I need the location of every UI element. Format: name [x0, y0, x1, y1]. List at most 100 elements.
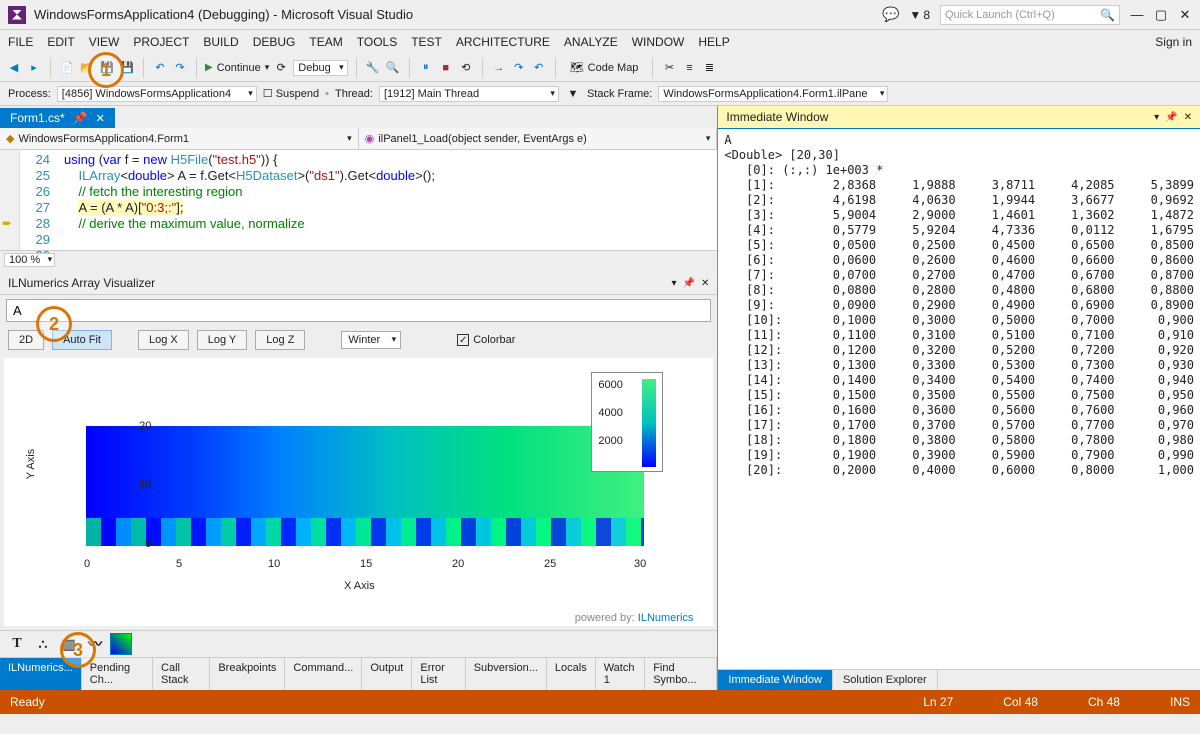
tab-command[interactable]: Command... — [285, 658, 362, 690]
close-panel-icon[interactable]: ✕ — [701, 278, 709, 289]
new-icon[interactable]: 📄 — [59, 60, 75, 76]
tab-pending[interactable]: Pending Ch... — [82, 658, 153, 690]
codemap-icon: 🗺 — [570, 61, 584, 74]
filter-icon[interactable]: ▼ — [565, 86, 581, 102]
tab-output[interactable]: Output — [362, 658, 412, 690]
menu-analyze[interactable]: ANALYZE — [564, 35, 618, 49]
heatmap — [86, 426, 644, 546]
close-tab-icon[interactable]: ✕ — [96, 112, 105, 125]
menu-test[interactable]: TEST — [411, 35, 442, 49]
tab-immediate[interactable]: Immediate Window — [718, 670, 833, 690]
suspend-button[interactable]: ☐ Suspend — [263, 87, 319, 100]
menu-edit[interactable]: EDIT — [47, 35, 74, 49]
menu-window[interactable]: WINDOW — [632, 35, 685, 49]
window-options-icon[interactable]: ▾ — [1154, 112, 1159, 123]
status-ch: Ch 48 — [1088, 695, 1120, 709]
undo-icon[interactable]: ↶ — [152, 60, 168, 76]
logx-button[interactable]: Log X — [138, 330, 189, 350]
annotation-2: 2 — [36, 306, 72, 342]
tab-subversion[interactable]: Subversion... — [466, 658, 547, 690]
step-out-icon[interactable]: ↶ — [531, 60, 547, 76]
stop-icon[interactable]: ■ — [438, 60, 454, 76]
current-line-arrow-icon: ➨ — [2, 216, 12, 230]
visualizer-title: ILNumerics Array Visualizer — [8, 276, 155, 290]
notifications-flag[interactable]: ▼8 — [909, 8, 930, 22]
status-line: Ln 27 — [923, 695, 953, 709]
menu-file[interactable]: FILE — [8, 35, 33, 49]
status-col: Col 48 — [1003, 695, 1038, 709]
stackframe-dropdown[interactable]: WindowsFormsApplication4.Form1.ilPane — [658, 86, 888, 102]
logz-button[interactable]: Log Z — [255, 330, 305, 350]
menu-architecture[interactable]: ARCHITECTURE — [456, 35, 550, 49]
indicator-margin: ➨ — [0, 150, 20, 250]
config-dropdown[interactable]: Debug — [293, 60, 347, 76]
tab-watch1[interactable]: Watch 1 — [596, 658, 646, 690]
menu-debug[interactable]: DEBUG — [253, 35, 296, 49]
member-dropdown[interactable]: ◉ ilPanel1_Load(object sender, EventArgs… — [359, 128, 718, 149]
tab-solution-explorer[interactable]: Solution Explorer — [833, 670, 938, 690]
codemap-button[interactable]: 🗺 Code Map — [564, 59, 645, 76]
annotation-3: 3 — [60, 632, 96, 668]
zoom-dropdown[interactable]: 100 % — [4, 253, 55, 267]
pin-icon[interactable]: 📌 — [73, 111, 88, 125]
method-icon: ◉ — [365, 132, 375, 145]
status-ready: Ready — [10, 695, 45, 709]
status-ins: INS — [1170, 695, 1190, 709]
close-panel-icon[interactable]: ✕ — [1184, 112, 1192, 123]
menu-tools[interactable]: TOOLS — [357, 35, 397, 49]
maximize-button[interactable]: ▢ — [1154, 7, 1168, 23]
close-button[interactable]: ✕ — [1178, 7, 1192, 23]
editor-status-bar: 100 % — [0, 250, 717, 268]
tool-icon-1[interactable]: 🔧 — [365, 60, 381, 76]
pin-icon[interactable]: 📌 — [683, 278, 695, 289]
annotation-1: 1 — [88, 52, 124, 88]
back-icon[interactable]: ◀ — [6, 60, 22, 76]
menu-build[interactable]: BUILD — [203, 35, 238, 49]
menu-project[interactable]: PROJECT — [133, 35, 189, 49]
tool-icon-5[interactable]: ≣ — [701, 60, 717, 76]
step-over-icon[interactable]: ↷ — [511, 60, 527, 76]
plot-area[interactable]: Y Axis X Axis 20 10 0 0 5 10 15 20 25 30… — [4, 358, 713, 626]
step-into-icon[interactable]: → — [491, 60, 507, 76]
tab-locals[interactable]: Locals — [547, 658, 596, 690]
pause-icon[interactable]: ⏸ — [418, 60, 434, 76]
bottom-tab-strip: ILNumerics... Pending Ch... Call Stack B… — [0, 657, 717, 690]
pin-icon[interactable]: 📌 — [1165, 112, 1177, 123]
expression-input[interactable] — [6, 299, 711, 322]
surface-icon[interactable] — [110, 633, 132, 655]
forward-icon[interactable]: ▸ — [26, 60, 42, 76]
quick-launch-input[interactable]: Quick Launch (Ctrl+Q) 🔍 — [940, 5, 1120, 25]
tab-findsymbol[interactable]: Find Symbo... — [645, 658, 717, 690]
tool-icon-3[interactable]: ✂ — [661, 60, 677, 76]
menu-help[interactable]: HELP — [698, 35, 729, 49]
immediate-window-body[interactable]: A <Double> [20,30] [0]: (:,:) 1e+003 * [… — [718, 129, 1200, 669]
class-dropdown[interactable]: ◆ WindowsFormsApplication4.Form1 — [0, 128, 359, 149]
process-dropdown[interactable]: [4856] WindowsFormsApplication4 — [57, 86, 257, 102]
redo-icon[interactable]: ↷ — [172, 60, 188, 76]
window-options-icon[interactable]: ▾ — [672, 278, 677, 289]
text-view-icon[interactable]: T — [6, 633, 28, 655]
logy-button[interactable]: Log Y — [197, 330, 248, 350]
refresh-icon[interactable]: ⟳ — [273, 60, 289, 76]
menu-team[interactable]: TEAM — [309, 35, 342, 49]
menu-view[interactable]: VIEW — [89, 35, 120, 49]
code-editor[interactable]: ➨ 24 25 26 27 28 29 30 using (var f = ne… — [0, 150, 717, 250]
restart-icon[interactable]: ⟲ — [458, 60, 474, 76]
process-label: Process: — [8, 88, 51, 100]
tab-callstack[interactable]: Call Stack — [153, 658, 210, 690]
continue-button[interactable]: ▶ Continue ▾ — [205, 62, 269, 74]
feedback-icon[interactable]: 💬 — [882, 6, 899, 23]
tab-breakpoints[interactable]: Breakpoints — [210, 658, 285, 690]
document-tab[interactable]: Form1.cs* 📌 ✕ — [0, 108, 115, 128]
thread-dropdown[interactable]: [1912] Main Thread — [379, 86, 559, 102]
colormap-dropdown[interactable]: Winter — [341, 331, 401, 349]
colorbar-checkbox[interactable]: ✓ Colorbar — [457, 334, 515, 346]
tool-icon-4[interactable]: ≡ — [681, 60, 697, 76]
tab-errorlist[interactable]: Error List — [412, 658, 465, 690]
minimize-button[interactable]: — — [1130, 7, 1144, 22]
thread-label: Thread: — [335, 88, 373, 100]
tool-icon-2[interactable]: 🔍 — [385, 60, 401, 76]
scatter-icon[interactable]: ∴ — [32, 633, 54, 655]
menubar: FILE EDIT VIEW PROJECT BUILD DEBUG TEAM … — [0, 30, 1200, 54]
sign-in-link[interactable]: Sign in — [1155, 35, 1192, 49]
